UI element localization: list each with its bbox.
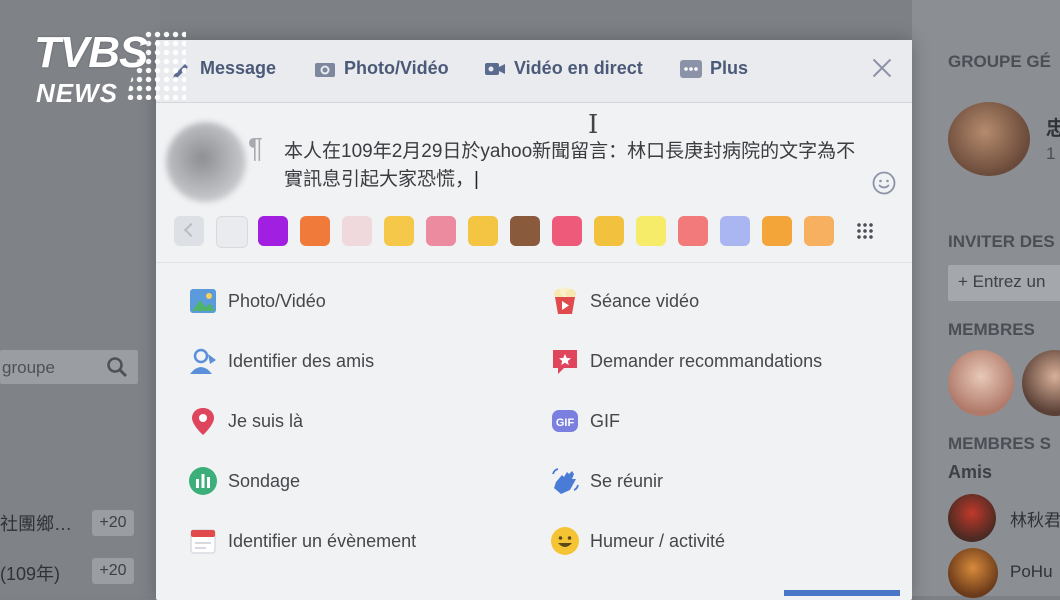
left-group-label-1[interactable]: 社團鄉…: [0, 510, 72, 536]
invite-placeholder: Entrez un: [972, 272, 1046, 291]
swatch-plain[interactable]: [216, 216, 248, 248]
friend-avatar-2[interactable]: [948, 548, 998, 598]
background-swatch[interactable]: [510, 216, 540, 246]
group-subtitle: 1: [1046, 144, 1056, 163]
close-icon[interactable]: [868, 54, 896, 82]
background-swatch[interactable]: [762, 216, 792, 246]
group-search-placeholder: groupe: [2, 358, 55, 377]
left-group-count-1: +20: [92, 510, 134, 536]
typing-caret: |: [474, 169, 479, 190]
background-swatch[interactable]: [636, 216, 666, 246]
plus-icon: +: [958, 272, 973, 291]
option-poll-label: Sondage: [228, 470, 301, 491]
text-cursor-icon: I: [588, 110, 599, 140]
create-post-dialog: Message Photo/Vidéo Vidéo en direct Plus…: [156, 40, 912, 600]
publish-button[interactable]: [784, 590, 900, 596]
divider: [156, 262, 912, 263]
search-icon[interactable]: [106, 356, 128, 378]
tab-more-label: Plus: [710, 58, 749, 78]
background-color-picker: [172, 212, 892, 252]
background-swatch[interactable]: [804, 216, 834, 246]
option-watch-party[interactable]: Séance vidéo: [550, 286, 699, 316]
logo-brand-text: TVBS: [34, 28, 148, 77]
location-pin-icon: [192, 408, 214, 435]
option-tag-friends-label: Identifier des amis: [228, 350, 375, 371]
tvbs-news-logo: TVBS NEWS: [34, 28, 186, 110]
tab-more[interactable]: Plus: [680, 58, 748, 79]
option-photo-video[interactable]: Photo/Vidéo: [188, 286, 326, 316]
paragraph-icon: ¶: [248, 132, 264, 163]
group-avatar[interactable]: [948, 102, 1030, 176]
option-recommendations[interactable]: Demander recommandations: [550, 346, 822, 376]
tab-photo-video[interactable]: Photo/Vidéo: [314, 58, 449, 79]
smiley-icon: [551, 527, 579, 555]
invite-header: INVITER DES: [948, 232, 1055, 251]
recommend-icon: [553, 350, 577, 374]
more-dots-icon: [680, 59, 702, 78]
background-swatch[interactable]: [384, 216, 414, 246]
option-photo-video-label: Photo/Vidéo: [228, 290, 326, 311]
composer-tabs: Message Photo/Vidéo Vidéo en direct Plus: [156, 40, 912, 103]
left-group-label-2[interactable]: (109年): [0, 560, 60, 586]
user-avatar: [166, 122, 246, 202]
background-swatch[interactable]: [678, 216, 708, 246]
gif-icon: GIF: [552, 410, 578, 432]
calendar-icon: [190, 529, 216, 554]
option-meetup-label: Se réunir: [590, 470, 664, 491]
background-swatch[interactable]: [426, 216, 456, 246]
video-camera-icon: [485, 62, 505, 75]
friend-name-1[interactable]: 林秋君: [1010, 506, 1060, 531]
option-poll[interactable]: Sondage: [188, 466, 300, 496]
option-gif[interactable]: GIF GIF: [550, 406, 620, 436]
option-watch-party-label: Séance vidéo: [590, 290, 700, 311]
background-swatch[interactable]: [468, 216, 498, 246]
svg-text:GIF: GIF: [556, 417, 575, 429]
grid-more-icon[interactable]: [856, 222, 874, 240]
background-swatch[interactable]: [720, 216, 750, 246]
friend-name-2[interactable]: PoHu: [1010, 562, 1053, 582]
background-swatch[interactable]: [342, 216, 372, 246]
background-swatch[interactable]: [594, 216, 624, 246]
friends-label: Amis: [948, 462, 993, 482]
option-meetup[interactable]: Se réunir: [550, 466, 663, 496]
wave-hand-icon: [552, 468, 579, 494]
option-feeling-activity-label: Humeur / activité: [590, 530, 726, 551]
option-tag-friends[interactable]: Identifier des amis: [188, 346, 374, 376]
logo-sub-text: NEWS: [36, 78, 118, 108]
tab-live-video[interactable]: Vidéo en direct: [484, 58, 643, 79]
background-swatch[interactable]: [552, 216, 582, 246]
group-search-input[interactable]: groupe: [0, 350, 138, 384]
option-feeling-activity[interactable]: Humeur / activité: [550, 526, 725, 556]
tab-photo-video-label: Photo/Vidéo: [344, 58, 449, 78]
friend-avatar-1[interactable]: [948, 494, 996, 542]
status-text-content: 本人在109年2月29日於yahoo新聞留言：林口長庚封病院的文字為不實訊息引起…: [284, 141, 856, 190]
option-event[interactable]: Identifier un évènement: [188, 526, 416, 556]
background-swatch[interactable]: [300, 216, 330, 246]
members-suggested-header: MEMBRES S: [948, 434, 1051, 453]
previous-arrow-icon[interactable]: [174, 216, 204, 246]
background-swatch[interactable]: [258, 216, 288, 246]
option-check-in-label: Je suis là: [228, 410, 304, 431]
popcorn-icon: [554, 287, 576, 314]
tag-friends-icon: [190, 348, 216, 374]
status-textarea[interactable]: 本人在109年2月29日於yahoo新聞留言：林口長庚封病院的文字為不實訊息引起…: [284, 138, 864, 194]
group-name[interactable]: 忠: [1046, 112, 1060, 141]
poll-icon: [189, 467, 217, 495]
tab-live-video-label: Vidéo en direct: [514, 58, 643, 78]
photo-icon: [190, 289, 216, 313]
members-header: MEMBRES: [948, 320, 1035, 339]
option-gif-label: GIF: [590, 410, 620, 431]
member-avatar-1[interactable]: [948, 350, 1014, 416]
invite-input[interactable]: + Entrez un: [948, 265, 1060, 301]
camera-icon: [315, 62, 335, 77]
option-recommendations-label: Demander recommandations: [590, 350, 823, 371]
left-group-count-2: +20: [92, 558, 134, 584]
group-header: GROUPE GÉ: [948, 52, 1051, 71]
option-check-in[interactable]: Je suis là: [188, 406, 303, 436]
option-event-label: Identifier un évènement: [228, 530, 417, 551]
tab-message-label: Message: [200, 58, 277, 78]
emoji-picker-icon[interactable]: [872, 171, 896, 195]
